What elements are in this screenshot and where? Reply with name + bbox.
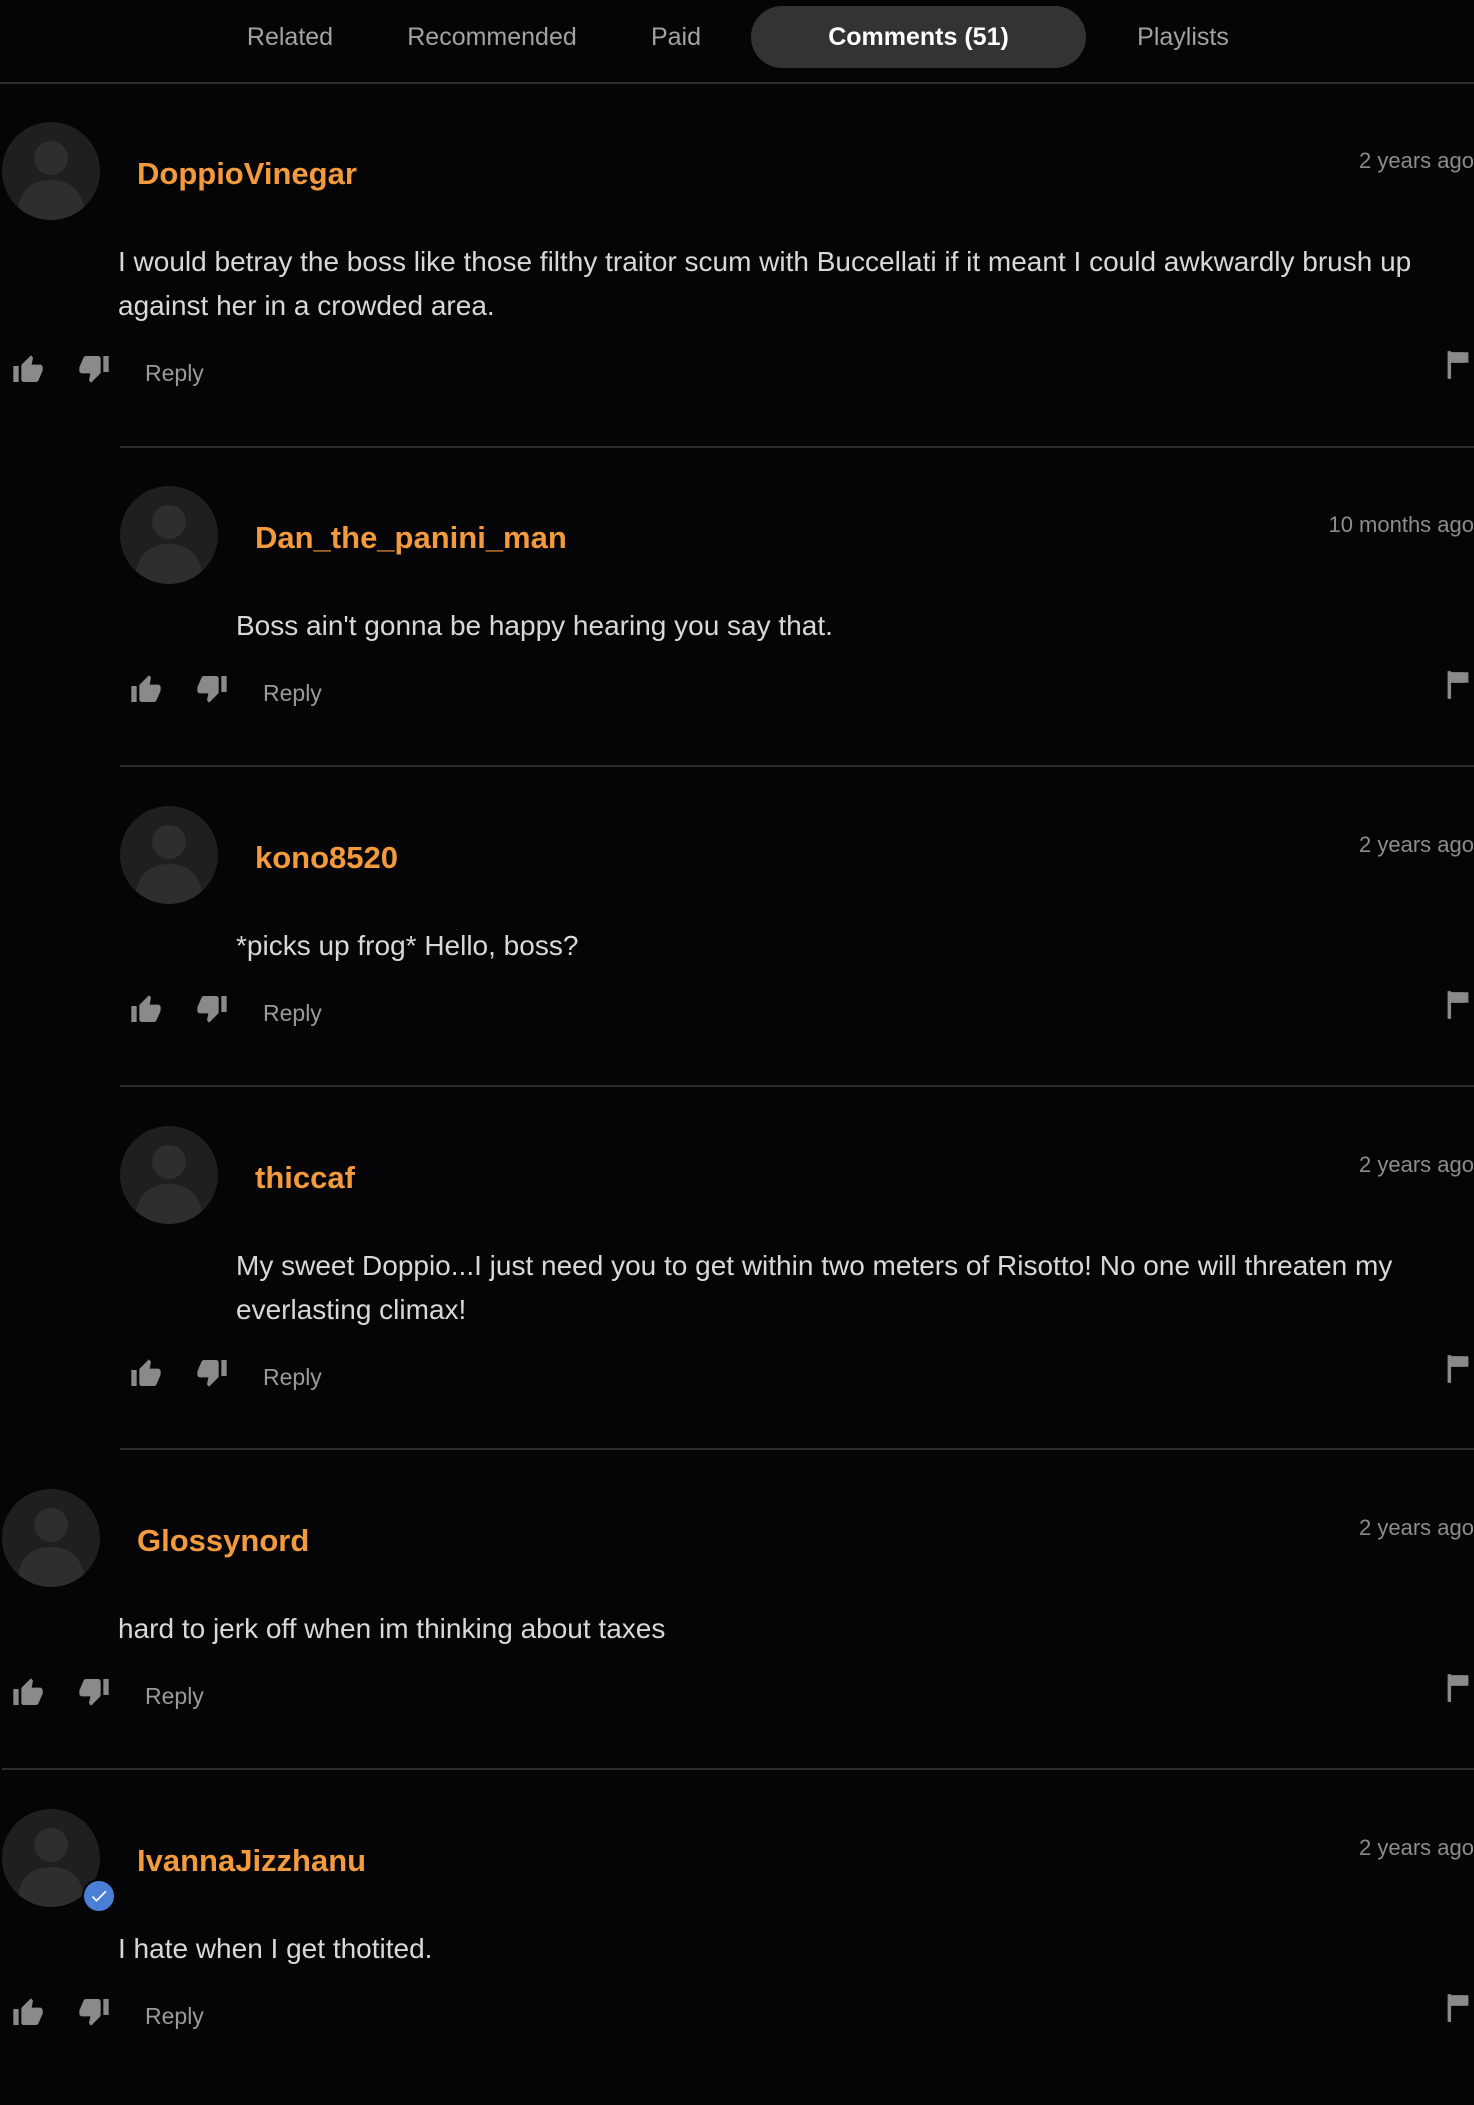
comment-text: *picks up frog* Hello, boss? — [236, 930, 579, 961]
thumbs-up-icon[interactable] — [12, 1677, 44, 1709]
thumbs-up-icon[interactable] — [130, 1358, 162, 1390]
verified-check-icon — [82, 1879, 116, 1913]
avatar[interactable] — [120, 806, 218, 904]
thumbs-up-icon[interactable] — [130, 674, 162, 706]
reply-comment: Dan_the_panini_man 10 months ago Boss ain'… — [0, 482, 1474, 782]
comment-text: My sweet Doppio...I just need you to get… — [236, 1250, 1393, 1325]
comment-timestamp: 2 years ago — [1359, 148, 1474, 173]
comment-timestamp: 2 years ago — [1359, 1835, 1474, 1860]
flag-icon[interactable] — [1444, 1673, 1472, 1703]
comment-divider — [120, 1448, 1474, 1450]
comment-timestamp: 2 years ago — [1359, 1515, 1474, 1540]
tab-comments[interactable]: Comments (51) — [751, 6, 1086, 68]
thumbs-down-icon[interactable] — [196, 1356, 228, 1388]
reply-comment: kono8520 2 years ago *picks up frog* Hello… — [0, 802, 1474, 1102]
thumbs-up-icon[interactable] — [12, 1997, 44, 2029]
comment-timestamp: 2 years ago — [1359, 832, 1474, 857]
comment-divider — [120, 1085, 1474, 1087]
comment-username[interactable]: thiccaf — [255, 1160, 355, 1196]
thumbs-up-icon[interactable] — [12, 354, 44, 386]
tab-paid[interactable]: Paid — [636, 6, 716, 68]
tab-related[interactable]: Related — [232, 6, 348, 68]
reply-button[interactable]: Reply — [263, 1000, 322, 1027]
comment-divider — [120, 446, 1474, 448]
avatar[interactable] — [2, 1489, 100, 1587]
reply-button[interactable]: Reply — [145, 2003, 204, 2030]
comment-username[interactable]: Glossynord — [137, 1523, 309, 1559]
comment-timestamp: 2 years ago — [1359, 1152, 1474, 1177]
thumbs-down-icon[interactable] — [196, 992, 228, 1024]
comment-divider — [120, 765, 1474, 767]
tab-bar: Related Recommended Paid Comments (51) P… — [0, 0, 1474, 84]
thumbs-down-icon[interactable] — [78, 352, 110, 384]
comment-text: I hate when I get thotited. — [118, 1933, 433, 1964]
thumbs-down-icon[interactable] — [196, 672, 228, 704]
comment-text: Boss ain't gonna be happy hearing you sa… — [236, 610, 833, 641]
comment-username[interactable]: Dan_the_panini_man — [255, 520, 567, 556]
reply-comment: thiccaf 2 years ago My sweet Doppio...I ju… — [0, 1122, 1474, 1422]
reply-button[interactable]: Reply — [263, 680, 322, 707]
thumbs-down-icon[interactable] — [78, 1995, 110, 2027]
avatar[interactable] — [120, 1126, 218, 1224]
comment-username[interactable]: DoppioVinegar — [137, 156, 357, 192]
comment: Glossynord 2 years ago hard to jerk off wh… — [0, 1485, 1474, 1785]
comment-timestamp: 10 months ago — [1328, 512, 1474, 537]
reply-button[interactable]: Reply — [263, 1364, 322, 1391]
flag-icon[interactable] — [1444, 350, 1472, 380]
comment-text: hard to jerk off when im thinking about … — [118, 1613, 666, 1644]
flag-icon[interactable] — [1444, 990, 1472, 1020]
tab-playlists[interactable]: Playlists — [1120, 6, 1246, 68]
comment-text: I would betray the boss like those filth… — [118, 246, 1412, 321]
reply-button[interactable]: Reply — [145, 1683, 204, 1710]
comment: IvannaJizzhanu 2 years ago I hate when I g… — [0, 1805, 1474, 2105]
flag-icon[interactable] — [1444, 1993, 1472, 2023]
tab-recommended[interactable]: Recommended — [394, 6, 590, 68]
comment-username[interactable]: IvannaJizzhanu — [137, 1843, 366, 1879]
avatar[interactable] — [2, 122, 100, 220]
comment-username[interactable]: kono8520 — [255, 840, 398, 876]
thumbs-down-icon[interactable] — [78, 1675, 110, 1707]
comment-divider — [2, 1768, 1474, 1770]
flag-icon[interactable] — [1444, 1354, 1472, 1384]
reply-button[interactable]: Reply — [145, 360, 204, 387]
avatar[interactable] — [120, 486, 218, 584]
flag-icon[interactable] — [1444, 670, 1472, 700]
thumbs-up-icon[interactable] — [130, 994, 162, 1026]
comment: DoppioVinegar 2 years ago I would betray t… — [0, 118, 1474, 418]
